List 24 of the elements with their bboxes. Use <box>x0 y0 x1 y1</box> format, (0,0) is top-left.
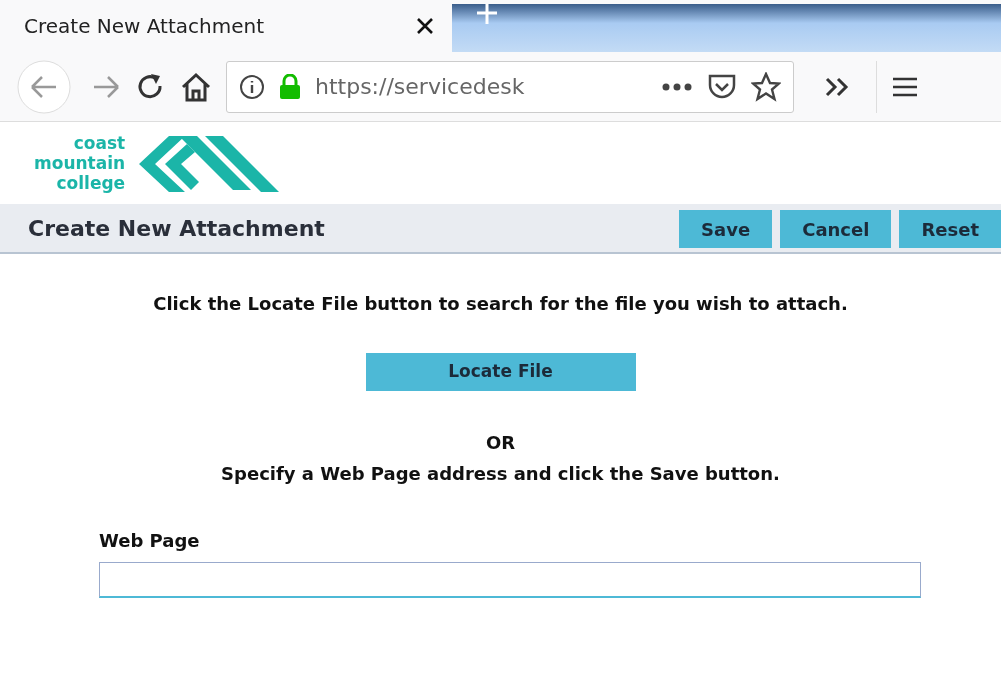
instruction-text: Click the Locate File button to search for the file you wish to attach. <box>153 292 848 316</box>
tab-title: Create New Attachment <box>24 13 265 40</box>
field-label: Web Page <box>99 529 201 553</box>
page-title: Create New Attachment <box>28 214 325 243</box>
instruction-text: Specify a Web Page address and click the Save button. <box>221 462 780 486</box>
web-page-field[interactable] <box>99 562 921 598</box>
reset-button[interactable]: Reset <box>899 210 1001 248</box>
logo-text: coast mountain college <box>34 133 126 193</box>
locate-file-button[interactable]: Locate File <box>365 353 636 391</box>
save-button[interactable]: Save <box>679 210 773 248</box>
mountain-logo-icon <box>139 134 280 192</box>
or-text: OR <box>485 431 516 455</box>
address-bar[interactable]: https://servicedesk <box>226 60 794 113</box>
plus-icon[interactable] <box>474 4 500 26</box>
star-icon[interactable] <box>751 71 781 102</box>
menu-icon[interactable] <box>891 75 919 98</box>
cancel-button[interactable]: Cancel <box>780 210 892 248</box>
close-icon[interactable] <box>416 17 434 35</box>
more-icon[interactable] <box>661 81 693 92</box>
home-icon[interactable] <box>180 71 212 102</box>
url-text: https://servicedesk <box>315 73 526 101</box>
info-icon[interactable] <box>239 73 265 100</box>
lock-icon <box>279 73 301 100</box>
pocket-icon[interactable] <box>707 72 737 101</box>
